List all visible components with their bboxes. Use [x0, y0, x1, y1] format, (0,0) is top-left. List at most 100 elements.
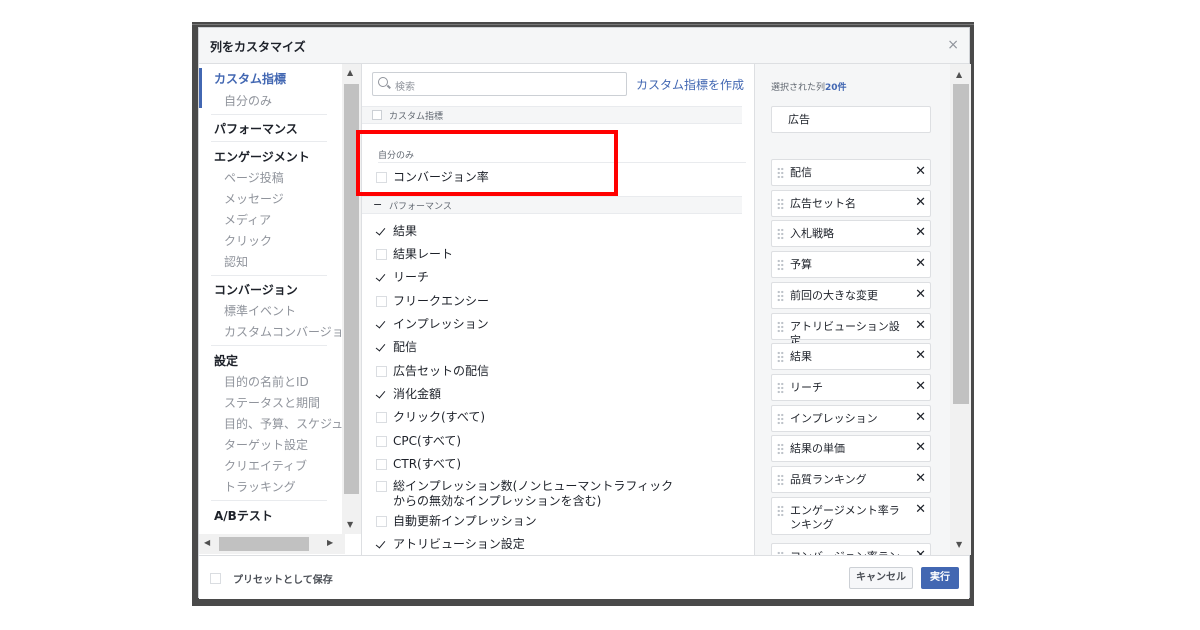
selected-column-card[interactable]: 結果 ✕: [771, 343, 931, 371]
metric-checkbox[interactable]: [376, 539, 387, 550]
metric-row-gross-impressions[interactable]: 総インプレッション数(ノンヒューマントラフィック からの無効なインプレッションを…: [376, 477, 736, 511]
metric-checkbox[interactable]: [376, 319, 387, 330]
selected-column-card[interactable]: 予算 ✕: [771, 251, 931, 279]
remove-column-icon[interactable]: ✕: [915, 287, 926, 302]
remove-column-icon[interactable]: ✕: [915, 164, 926, 179]
metric-row-adset-delivery[interactable]: 広告セットの配信: [376, 362, 736, 382]
save-preset-checkbox[interactable]: [210, 573, 221, 584]
nav-item-status-duration[interactable]: ステータスと期間: [224, 394, 320, 411]
metric-row-attribution-setting[interactable]: アトリビューション設定: [376, 535, 736, 555]
nav-item-objective-budget-schedule[interactable]: 目的、予算、スケジュール: [224, 415, 345, 432]
selected-column-card[interactable]: アトリビューション設定 ✕: [771, 312, 931, 347]
selected-column-card[interactable]: エンゲージメント率ランキング ✕: [771, 496, 931, 535]
nav-section-settings[interactable]: 設定: [214, 352, 238, 369]
nav-item-objective-name-id[interactable]: 目的の名前とID: [224, 373, 309, 390]
group-checkbox[interactable]: [372, 110, 382, 120]
nav-item-page-posts[interactable]: ページ投稿: [224, 169, 284, 186]
drag-handle-icon[interactable]: [777, 351, 784, 364]
remove-column-icon[interactable]: ✕: [915, 471, 926, 486]
remove-column-icon[interactable]: ✕: [915, 502, 926, 517]
selected-column-card[interactable]: 広告セット名 ✕: [771, 189, 931, 217]
metric-row-result-rate[interactable]: 結果レート: [376, 245, 736, 265]
metric-checkbox[interactable]: [376, 226, 387, 237]
metric-row-impressions[interactable]: インプレッション: [376, 315, 736, 335]
scroll-right-icon[interactable]: ▶: [327, 538, 333, 547]
nav-section-ab-test[interactable]: A/Bテスト: [214, 507, 273, 524]
metric-row-amount-spent[interactable]: 消化金額: [376, 385, 736, 405]
metric-row-cpc-all[interactable]: CPC(すべて): [376, 432, 736, 452]
metric-row-delivery[interactable]: 配信: [376, 338, 736, 358]
nav-section-engagement[interactable]: エンゲージメント: [214, 148, 310, 165]
create-custom-metric-link[interactable]: カスタム指標を作成: [636, 76, 744, 93]
drag-handle-icon[interactable]: [777, 320, 784, 333]
nav-item-messages[interactable]: メッセージ: [224, 190, 284, 207]
metric-row-results[interactable]: 結果: [376, 222, 736, 242]
scroll-up-icon[interactable]: ▲: [347, 68, 353, 77]
nav-item-clicks[interactable]: クリック: [224, 232, 272, 249]
remove-column-icon[interactable]: ✕: [915, 225, 926, 240]
metric-row-frequency[interactable]: フリークエンシー: [376, 292, 736, 312]
collapse-icon[interactable]: −: [373, 198, 382, 211]
selected-column-card[interactable]: 品質ランキング ✕: [771, 466, 931, 493]
nav-section-conversions[interactable]: コンバージョン: [214, 281, 298, 298]
metric-row-auto-refresh-impressions[interactable]: 自動更新インプレッション: [376, 512, 736, 532]
selected-column-card[interactable]: コンバージョン率ランキング✕: [771, 542, 931, 555]
apply-button[interactable]: 実行: [921, 567, 959, 589]
remove-column-icon[interactable]: ✕: [915, 318, 926, 333]
nav-horizontal-scrollbar[interactable]: ◀ ▶: [199, 534, 345, 554]
remove-column-icon[interactable]: ✕: [915, 348, 926, 363]
selected-column-card[interactable]: リーチ ✕: [771, 373, 931, 401]
cancel-button[interactable]: キャンセル: [849, 567, 913, 589]
selected-columns-scrollbar[interactable]: ▲ ▼: [950, 64, 971, 555]
selected-column-card[interactable]: 配信 ✕: [771, 159, 931, 186]
metric-checkbox[interactable]: [376, 436, 387, 447]
remove-column-icon[interactable]: ✕: [915, 548, 926, 555]
scrollbar-thumb[interactable]: [219, 537, 309, 551]
nav-item-awareness[interactable]: 認知: [224, 253, 248, 270]
drag-handle-icon[interactable]: [777, 197, 784, 210]
nav-item-media[interactable]: メディア: [224, 211, 271, 228]
scrollbar-thumb[interactable]: [953, 84, 969, 404]
drag-handle-icon[interactable]: [777, 228, 784, 241]
metric-checkbox[interactable]: [376, 389, 387, 400]
nav-item-tracking[interactable]: トラッキング: [224, 478, 296, 495]
metric-checkbox[interactable]: [376, 272, 387, 283]
scroll-left-icon[interactable]: ◀: [204, 538, 210, 547]
nav-item-targeting[interactable]: ターゲット設定: [224, 436, 308, 453]
remove-column-icon[interactable]: ✕: [915, 195, 926, 210]
group-header-custom-metrics[interactable]: カスタム指標: [362, 106, 742, 124]
save-preset-label[interactable]: プリセットとして保存: [233, 571, 333, 586]
nav-item-custom-conversions[interactable]: カスタムコンバージョン: [224, 323, 345, 340]
remove-column-icon[interactable]: ✕: [915, 379, 926, 394]
selected-column-card[interactable]: インプレッション ✕: [771, 404, 931, 432]
remove-column-icon[interactable]: ✕: [915, 256, 926, 271]
metric-checkbox[interactable]: [376, 342, 387, 353]
drag-handle-icon[interactable]: [777, 167, 784, 179]
group-header-performance[interactable]: − パフォーマンス: [362, 196, 742, 214]
drag-handle-icon[interactable]: [777, 504, 784, 517]
remove-column-icon[interactable]: ✕: [915, 440, 926, 455]
remove-column-icon[interactable]: ✕: [915, 410, 926, 425]
metric-checkbox[interactable]: [376, 481, 387, 492]
metric-checkbox[interactable]: [376, 296, 387, 307]
selected-column-card[interactable]: 前回の大きな変更 ✕: [771, 281, 931, 309]
drag-handle-icon[interactable]: [777, 474, 784, 486]
selected-column-card[interactable]: 結果の単価 ✕: [771, 435, 931, 463]
metric-checkbox[interactable]: [376, 366, 387, 377]
metric-checkbox[interactable]: [376, 516, 387, 527]
drag-handle-icon[interactable]: [777, 259, 784, 272]
nav-section-custom-metrics[interactable]: カスタム指標: [214, 70, 286, 87]
metric-row-reach[interactable]: リーチ: [376, 268, 736, 288]
close-icon[interactable]: ×: [947, 37, 959, 53]
nav-section-performance[interactable]: パフォーマンス: [214, 120, 298, 137]
search-input[interactable]: 検索: [372, 72, 627, 96]
nav-item-own-only[interactable]: 自分のみ: [224, 92, 272, 109]
selected-column-card[interactable]: 入札戦略 ✕: [771, 220, 931, 248]
scroll-down-icon[interactable]: ▼: [956, 540, 962, 549]
metric-checkbox[interactable]: [376, 459, 387, 470]
metric-checkbox[interactable]: [376, 412, 387, 423]
drag-handle-icon[interactable]: [777, 412, 784, 425]
drag-handle-icon[interactable]: [777, 443, 784, 456]
scroll-up-icon[interactable]: ▲: [956, 70, 962, 79]
metric-checkbox[interactable]: [376, 249, 387, 260]
